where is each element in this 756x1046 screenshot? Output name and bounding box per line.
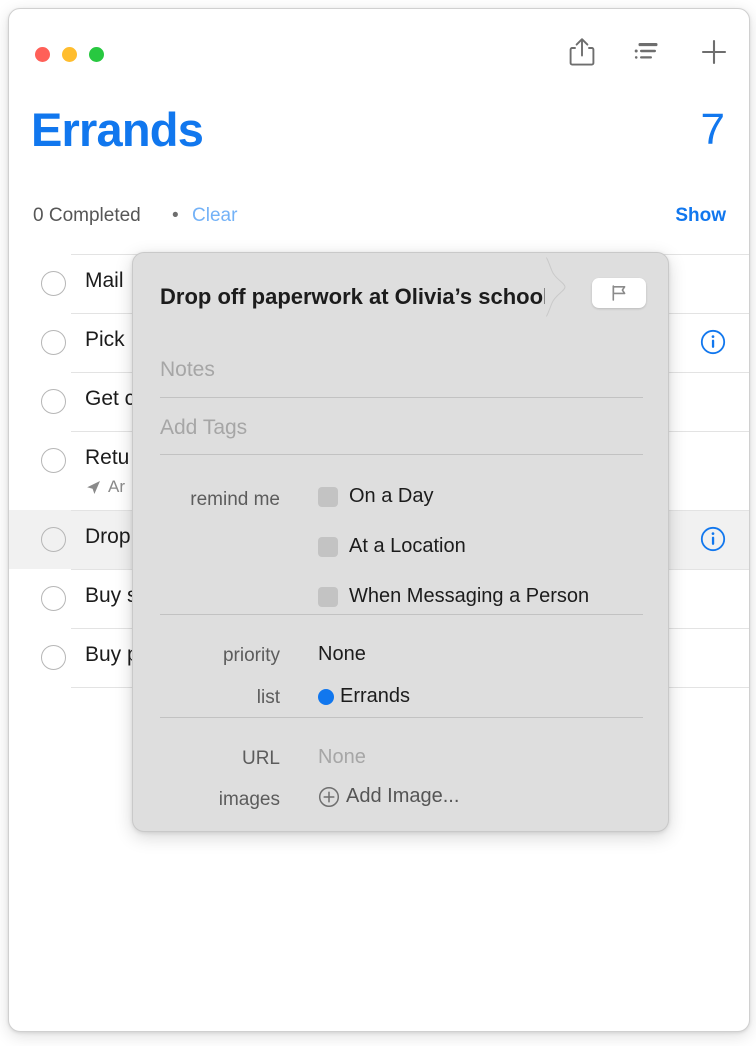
checkbox[interactable]: [318, 486, 338, 507]
remind-me-label: remind me: [190, 489, 280, 510]
list-name: Errands: [340, 685, 411, 707]
priority-value[interactable]: None: [318, 643, 366, 666]
reminder-title: Buy s: [85, 584, 138, 607]
divider: [160, 614, 643, 615]
reminder-checkbox[interactable]: [41, 586, 66, 611]
close-button[interactable]: [35, 47, 50, 62]
reminder-detail-popover: Drop off paperwork at Olivia’s school No…: [132, 252, 669, 832]
priority-label: priority: [222, 645, 280, 666]
url-value[interactable]: None: [318, 746, 366, 769]
titlebar: [9, 9, 749, 89]
reminder-location: Ar: [85, 477, 125, 497]
completed-row: 0 Completed • Clear Show: [9, 205, 749, 247]
images-label: images: [218, 789, 280, 810]
notes-input[interactable]: Notes: [160, 358, 643, 382]
reminder-title: Drop: [85, 525, 131, 548]
zoom-button[interactable]: [89, 47, 104, 62]
reminder-checkbox[interactable]: [41, 448, 66, 473]
add-image-button[interactable]: Add Image...: [318, 785, 459, 808]
reminder-checkbox[interactable]: [41, 389, 66, 414]
plus-circle-icon: [318, 786, 340, 807]
reminder-location-label: Ar: [108, 477, 125, 496]
option-label: At a Location: [349, 535, 466, 557]
list-color-dot: [318, 688, 334, 705]
reminder-title: Get c: [85, 387, 136, 410]
flag-button[interactable]: [592, 278, 646, 308]
reminder-title: Mail: [85, 269, 124, 292]
reminder-title: Retu: [85, 446, 130, 469]
reminder-checkbox[interactable]: [41, 645, 66, 670]
clear-button[interactable]: Clear: [192, 205, 237, 227]
add-image-label: Add Image...: [346, 785, 460, 807]
reminder-checkbox[interactable]: [41, 527, 66, 552]
share-icon[interactable]: [565, 35, 599, 69]
view-options-icon[interactable]: [631, 35, 665, 69]
flag-icon: [612, 285, 626, 301]
divider: [160, 397, 643, 398]
divider: [160, 717, 643, 718]
remind-on-a-day-option[interactable]: On a Day: [318, 485, 433, 508]
checkbox[interactable]: [318, 536, 338, 557]
url-label: URL: [241, 748, 280, 769]
reminder-checkbox[interactable]: [41, 271, 66, 296]
option-label: On a Day: [349, 485, 434, 507]
tags-input[interactable]: Add Tags: [160, 416, 643, 440]
add-icon[interactable]: [697, 35, 731, 69]
reminder-title: Pick: [85, 328, 125, 351]
remind-at-a-location-option[interactable]: At a Location: [318, 535, 466, 558]
checkbox[interactable]: [318, 586, 338, 607]
info-icon[interactable]: [700, 329, 726, 355]
minimize-button[interactable]: [62, 47, 77, 62]
option-label: When Messaging a Person: [349, 585, 590, 607]
list-label: list: [256, 687, 280, 708]
popover-title: Drop off paperwork at Olivia’s school: [160, 284, 550, 309]
toolbar: [565, 35, 731, 69]
location-arrow-icon: [87, 480, 100, 494]
list-value[interactable]: Errands: [318, 685, 410, 708]
show-button[interactable]: Show: [675, 205, 726, 227]
completed-label: 0 Completed: [33, 205, 141, 226]
page-title: Errands: [31, 103, 204, 156]
list-header: Errands 7: [9, 101, 749, 173]
reminder-title: Buy p: [85, 643, 139, 666]
reminder-checkbox[interactable]: [41, 330, 66, 355]
reminder-count: 7: [700, 105, 725, 154]
divider: [160, 454, 643, 455]
reminders-window: Errands 7 0 Completed • Clear Show Mail …: [8, 8, 750, 1032]
traffic-lights: [35, 47, 104, 62]
remind-when-messaging-option[interactable]: When Messaging a Person: [318, 585, 589, 608]
popover-pointer: [545, 257, 566, 317]
info-icon[interactable]: [700, 526, 726, 552]
separator-dot: •: [172, 205, 179, 226]
